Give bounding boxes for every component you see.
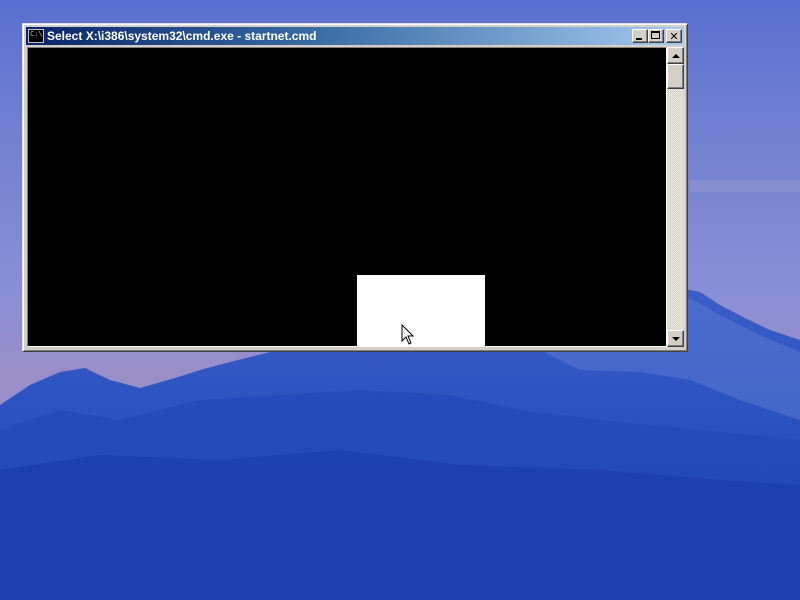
scroll-thumb[interactable] xyxy=(667,64,684,89)
arrow-cursor-icon xyxy=(401,324,415,345)
caption-buttons: ✕ xyxy=(632,29,682,43)
cmd-icon-text: C:\ xyxy=(30,30,43,38)
console-output-area[interactable] xyxy=(27,47,667,347)
minimize-icon xyxy=(636,38,642,40)
desktop: C:\ Select X:\i386\system32\cmd.exe - st… xyxy=(0,0,800,600)
close-icon: ✕ xyxy=(669,29,679,43)
arrow-down-icon xyxy=(671,336,680,341)
cmd-console-icon[interactable]: C:\ xyxy=(28,29,44,43)
maximize-button[interactable] xyxy=(648,29,664,43)
scroll-up-button[interactable] xyxy=(667,47,684,64)
selection-highlight[interactable] xyxy=(357,275,485,346)
close-button[interactable]: ✕ xyxy=(666,29,682,43)
maximize-icon xyxy=(651,31,660,39)
vertical-scrollbar[interactable] xyxy=(667,47,684,347)
arrow-up-icon xyxy=(671,53,680,58)
cmd-window[interactable]: C:\ Select X:\i386\system32\cmd.exe - st… xyxy=(22,23,688,352)
scroll-down-button[interactable] xyxy=(667,330,684,347)
title-bar[interactable]: C:\ Select X:\i386\system32\cmd.exe - st… xyxy=(26,27,684,45)
minimize-button[interactable] xyxy=(632,29,648,43)
window-title: Select X:\i386\system32\cmd.exe - startn… xyxy=(47,29,317,43)
